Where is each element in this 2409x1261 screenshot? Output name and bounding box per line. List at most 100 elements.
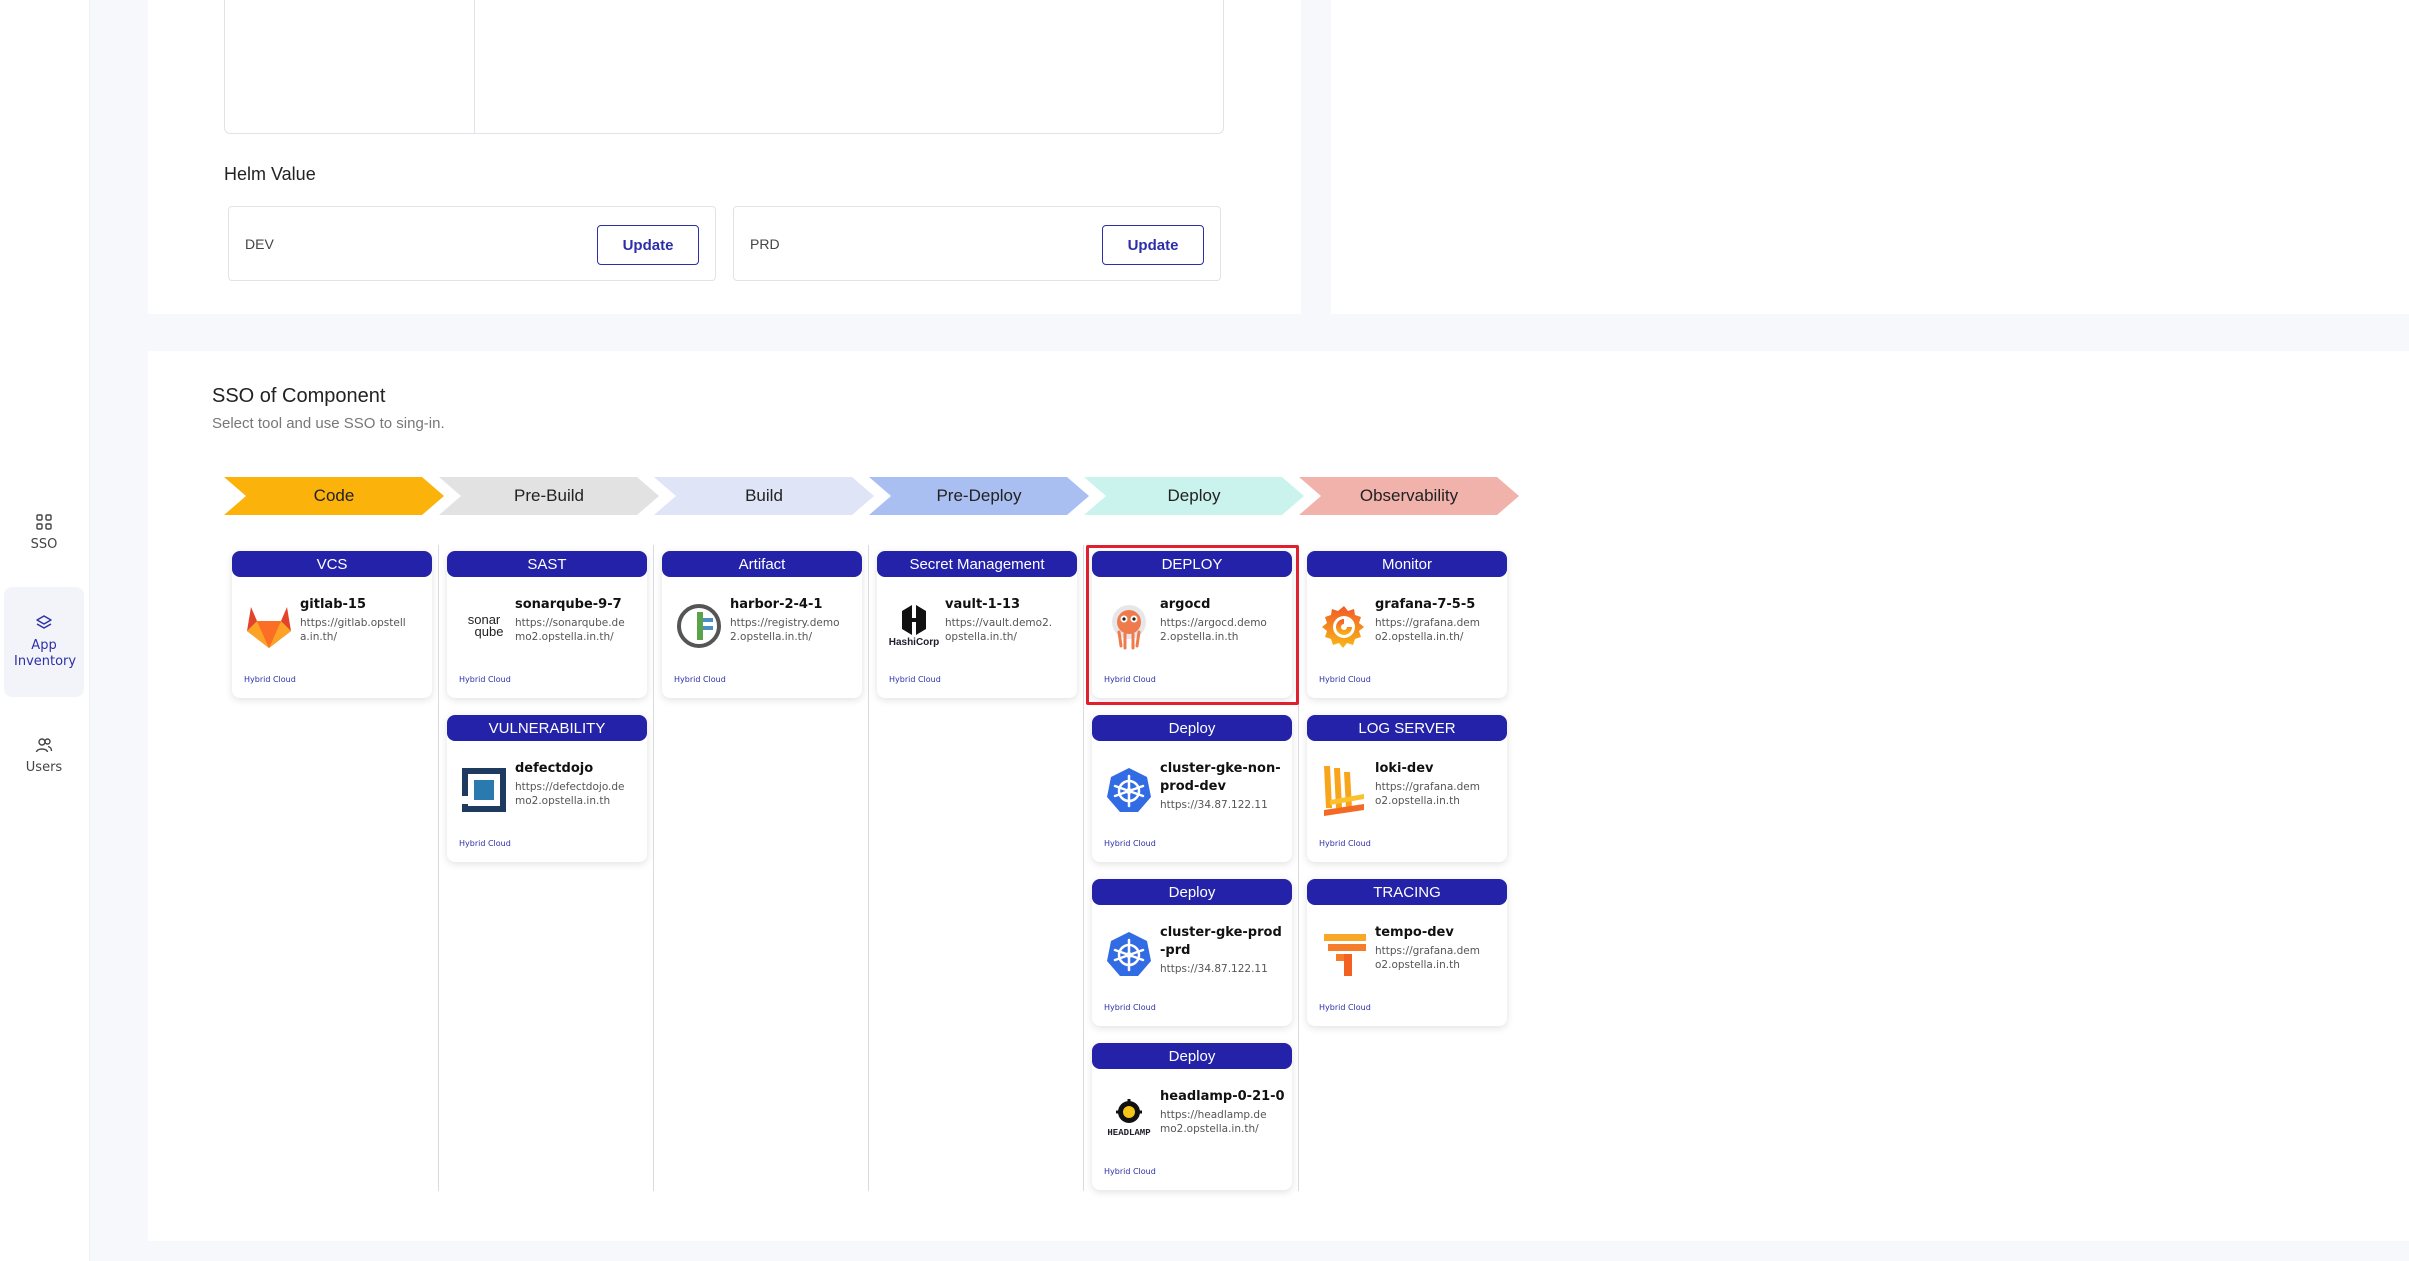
tool-name: gitlab-15 bbox=[300, 597, 366, 612]
tool-cloud-badge: Hybrid Cloud bbox=[459, 675, 511, 684]
tool-name: vault-1-13 bbox=[945, 597, 1021, 612]
stage-observability: Observability bbox=[1299, 477, 1519, 515]
tool-card-gitlab[interactable]: VCS gitlab-15 https://gitlab.opstella.in… bbox=[232, 551, 432, 698]
column-divider bbox=[438, 545, 439, 1191]
kubernetes-icon bbox=[1104, 929, 1154, 979]
tool-url: https://sonarqube.demo2.opstella.in.th/ bbox=[515, 617, 625, 643]
headlamp-icon: HEADLAMP bbox=[1104, 1093, 1154, 1143]
stage-pre-deploy: Pre-Deploy bbox=[869, 477, 1089, 515]
sidebar-item-label: Users bbox=[25, 760, 63, 775]
column-divider bbox=[868, 545, 869, 1191]
grid-icon bbox=[36, 514, 52, 530]
sso-title: SSO of Component bbox=[212, 385, 386, 407]
tool-cloud-badge: Hybrid Cloud bbox=[1104, 1167, 1156, 1176]
tool-url: https://headlamp.demo2.opstella.in.th/ bbox=[1160, 1109, 1267, 1135]
tool-category: LOG SERVER bbox=[1307, 715, 1507, 741]
harbor-icon bbox=[674, 601, 724, 651]
tool-category: TRACING bbox=[1307, 879, 1507, 905]
grafana-icon bbox=[1319, 601, 1369, 651]
sso-subtitle: Select tool and use SSO to sing-in. bbox=[212, 415, 445, 432]
tool-cloud-badge: Hybrid Cloud bbox=[1319, 675, 1371, 684]
selected-highlight bbox=[1086, 545, 1299, 705]
tool-cloud-badge: Hybrid Cloud bbox=[1319, 839, 1371, 848]
tool-name: cluster-gke-prod-prd bbox=[1160, 925, 1282, 958]
env-label: DEV bbox=[245, 236, 274, 252]
sidebar-item-sso[interactable]: SSO bbox=[4, 482, 84, 584]
gitlab-icon bbox=[244, 601, 294, 651]
tool-category: Monitor bbox=[1307, 551, 1507, 577]
stage-code: Code bbox=[224, 477, 444, 515]
stage-build: Build bbox=[654, 477, 874, 515]
tool-card-grafana[interactable]: Monitor grafana-7-5-5 https://grafana.de… bbox=[1307, 551, 1507, 698]
tool-url: https://defectdojo.demo2.opstella.in.th bbox=[515, 781, 625, 807]
sso-component-card: SSO of Component Select tool and use SSO… bbox=[148, 351, 2409, 1241]
tool-cloud-badge: Hybrid Cloud bbox=[1319, 1003, 1371, 1012]
tempo-icon bbox=[1319, 929, 1369, 979]
sidebar: SSO App Inventory Users bbox=[0, 0, 90, 1261]
tool-card-headlamp[interactable]: Deploy HEADLAMP headlamp-0-21-0 https://… bbox=[1092, 1043, 1292, 1190]
tool-name: harbor-2-4-1 bbox=[730, 597, 823, 612]
update-dev-button[interactable]: Update bbox=[597, 225, 699, 265]
defectdojo-icon bbox=[459, 765, 509, 815]
tool-name: cluster-gke-non-prod-dev bbox=[1160, 761, 1281, 794]
helm-env-dev: DEV Update bbox=[228, 206, 716, 281]
tool-category: Deploy bbox=[1092, 715, 1292, 741]
tool-url: https://grafana.demo2.opstella.in.th/ bbox=[1375, 617, 1480, 643]
helm-env-prd: PRD Update bbox=[733, 206, 1221, 281]
tool-url: https://34.87.122.11 bbox=[1160, 799, 1268, 811]
tool-category: SAST bbox=[447, 551, 647, 577]
column-divider bbox=[1083, 545, 1084, 1191]
tool-card-cluster-gke-non-prod-dev[interactable]: Deploy cluster-gke-non-prod-dev https://… bbox=[1092, 715, 1292, 862]
layers-icon bbox=[36, 615, 52, 629]
tool-url: https://grafana.demo2.opstella.in.th bbox=[1375, 945, 1480, 971]
column-divider bbox=[653, 545, 654, 1191]
tool-cloud-badge: Hybrid Cloud bbox=[889, 675, 941, 684]
hashicorp-logo-text: HashiCorp bbox=[888, 636, 940, 648]
hashicorp-icon: HashiCorp bbox=[889, 601, 939, 651]
tool-category: VULNERABILITY bbox=[447, 715, 647, 741]
sonarqube-logo-text: qube bbox=[474, 624, 504, 639]
stage-deploy: Deploy bbox=[1084, 477, 1304, 515]
tool-cloud-badge: Hybrid Cloud bbox=[674, 675, 726, 684]
tool-category: Artifact bbox=[662, 551, 862, 577]
tool-name: defectdojo bbox=[515, 761, 594, 776]
loki-icon bbox=[1319, 765, 1369, 816]
env-label: PRD bbox=[750, 236, 780, 252]
tool-category: Deploy bbox=[1092, 1043, 1292, 1069]
tool-card-sonarqube[interactable]: SAST sonar qube sonarqube-9-7 https://so… bbox=[447, 551, 647, 698]
tool-card-tempo[interactable]: TRACING tempo-dev https://grafana.demo2.… bbox=[1307, 879, 1507, 1026]
tool-url: https://registry.demo2.opstella.in.th/ bbox=[730, 617, 840, 643]
tool-card-vault[interactable]: Secret Management HashiCorp vault-1-13 h… bbox=[877, 551, 1077, 698]
sonarqube-icon: sonar qube bbox=[459, 601, 509, 651]
tool-card-cluster-gke-prod-prd[interactable]: Deploy cluster-gke-prod-prd https://34.8… bbox=[1092, 879, 1292, 1026]
kubernetes-icon bbox=[1104, 765, 1154, 815]
tool-url: https://34.87.122.11 bbox=[1160, 963, 1268, 975]
tool-url: https://grafana.demo2.opstella.in.th bbox=[1375, 781, 1480, 807]
tool-cloud-badge: Hybrid Cloud bbox=[1104, 1003, 1156, 1012]
update-prd-button[interactable]: Update bbox=[1102, 225, 1204, 265]
tool-cloud-badge: Hybrid Cloud bbox=[244, 675, 296, 684]
side-panel-card bbox=[1331, 0, 2409, 314]
tool-category: Secret Management bbox=[877, 551, 1077, 577]
sidebar-item-label: SSO bbox=[30, 537, 58, 552]
tool-name: loki-dev bbox=[1375, 761, 1434, 776]
tool-card-defectdojo[interactable]: VULNERABILITY defectdojo https://defectd… bbox=[447, 715, 647, 862]
editor-gutter-divider bbox=[474, 0, 475, 134]
tool-name: tempo-dev bbox=[1375, 925, 1454, 940]
tool-category: Deploy bbox=[1092, 879, 1292, 905]
tool-card-harbor[interactable]: Artifact harbor-2-4-1 https://registry.d… bbox=[662, 551, 862, 698]
tool-cloud-badge: Hybrid Cloud bbox=[459, 839, 511, 848]
sidebar-item-app-inventory[interactable]: App Inventory bbox=[4, 587, 84, 697]
sidebar-item-users[interactable]: Users bbox=[4, 705, 84, 807]
tool-url: https://gitlab.opstella.in.th/ bbox=[300, 617, 406, 643]
tool-name: sonarqube-9-7 bbox=[515, 597, 622, 612]
stage-pre-build: Pre-Build bbox=[439, 477, 659, 515]
users-icon bbox=[35, 738, 53, 753]
headlamp-logo-text: HEADLAMP bbox=[1107, 1127, 1151, 1138]
tool-url: https://vault.demo2.opstella.in.th/ bbox=[945, 617, 1053, 643]
tool-cloud-badge: Hybrid Cloud bbox=[1104, 839, 1156, 848]
tool-name: grafana-7-5-5 bbox=[1375, 597, 1476, 612]
helm-value-title: Helm Value bbox=[224, 164, 316, 184]
tool-card-loki[interactable]: LOG SERVER loki-dev https://grafana.demo… bbox=[1307, 715, 1507, 862]
code-editor[interactable] bbox=[224, 0, 1224, 134]
